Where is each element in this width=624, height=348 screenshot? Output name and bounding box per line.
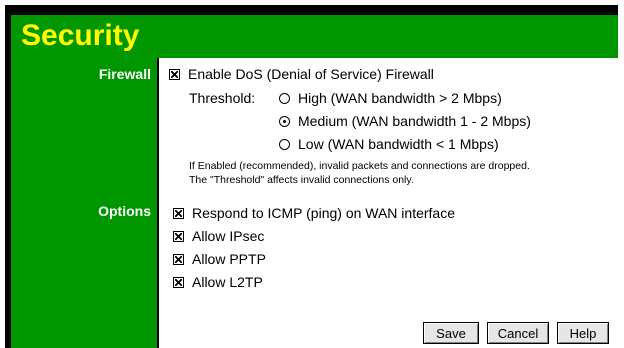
threshold-label-text: Threshold: [189,90,256,106]
threshold-high-radio[interactable] [279,92,290,104]
options-section-label: Options [98,203,151,219]
ipsec-label: Allow IPsec [192,228,265,244]
threshold-option-medium[interactable]: Medium (WAN bandwidth 1 - 2 Mbps) [279,113,531,129]
option-ipsec-row: Allow IPsec [173,228,264,244]
threshold-label: Threshold: [189,90,255,106]
threshold-low-label: Low (WAN bandwidth < 1 Mbps) [298,136,499,152]
l2tp-checkbox[interactable] [173,276,184,288]
ipsec-checkbox[interactable] [173,230,184,242]
option-l2tp-row: Allow L2TP [173,274,263,290]
help-button[interactable]: Help [557,322,609,344]
firewall-section-label: Firewall [98,66,151,82]
header-bar: Security [11,15,618,58]
threshold-low-radio[interactable] [279,138,290,150]
threshold-high-label: High (WAN bandwidth > 2 Mbps) [298,90,502,106]
content-panel: Enable DoS (Denial of Service) Firewall … [159,58,618,348]
option-icmp-row: Respond to ICMP (ping) on WAN interface [173,205,455,221]
icmp-label: Respond to ICMP (ping) on WAN interface [192,205,456,221]
icmp-checkbox[interactable] [173,207,184,219]
dos-firewall-row: Enable DoS (Denial of Service) Firewall [169,66,434,82]
pptp-checkbox[interactable] [173,253,184,265]
pptp-label: Allow PPTP [192,251,266,267]
firewall-note-line1: If Enabled (recommended), invalid packet… [189,160,530,172]
threshold-option-high[interactable]: High (WAN bandwidth > 2 Mbps) [279,90,502,106]
dos-firewall-checkbox[interactable] [169,68,180,80]
section-label-column: Firewall Options [11,58,157,348]
cancel-button[interactable]: Cancel [487,322,549,344]
save-button[interactable]: Save [423,322,479,344]
threshold-option-low[interactable]: Low (WAN bandwidth < 1 Mbps) [279,136,499,152]
threshold-medium-radio[interactable] [279,115,290,127]
threshold-medium-label: Medium (WAN bandwidth 1 - 2 Mbps) [298,113,531,129]
page-title: Security [21,19,140,52]
l2tp-label: Allow L2TP [192,274,263,290]
firewall-note-line2: The "Threshold" affects invalid connecti… [189,174,414,186]
option-pptp-row: Allow PPTP [173,251,266,267]
dos-firewall-label: Enable DoS (Denial of Service) Firewall [188,66,434,82]
